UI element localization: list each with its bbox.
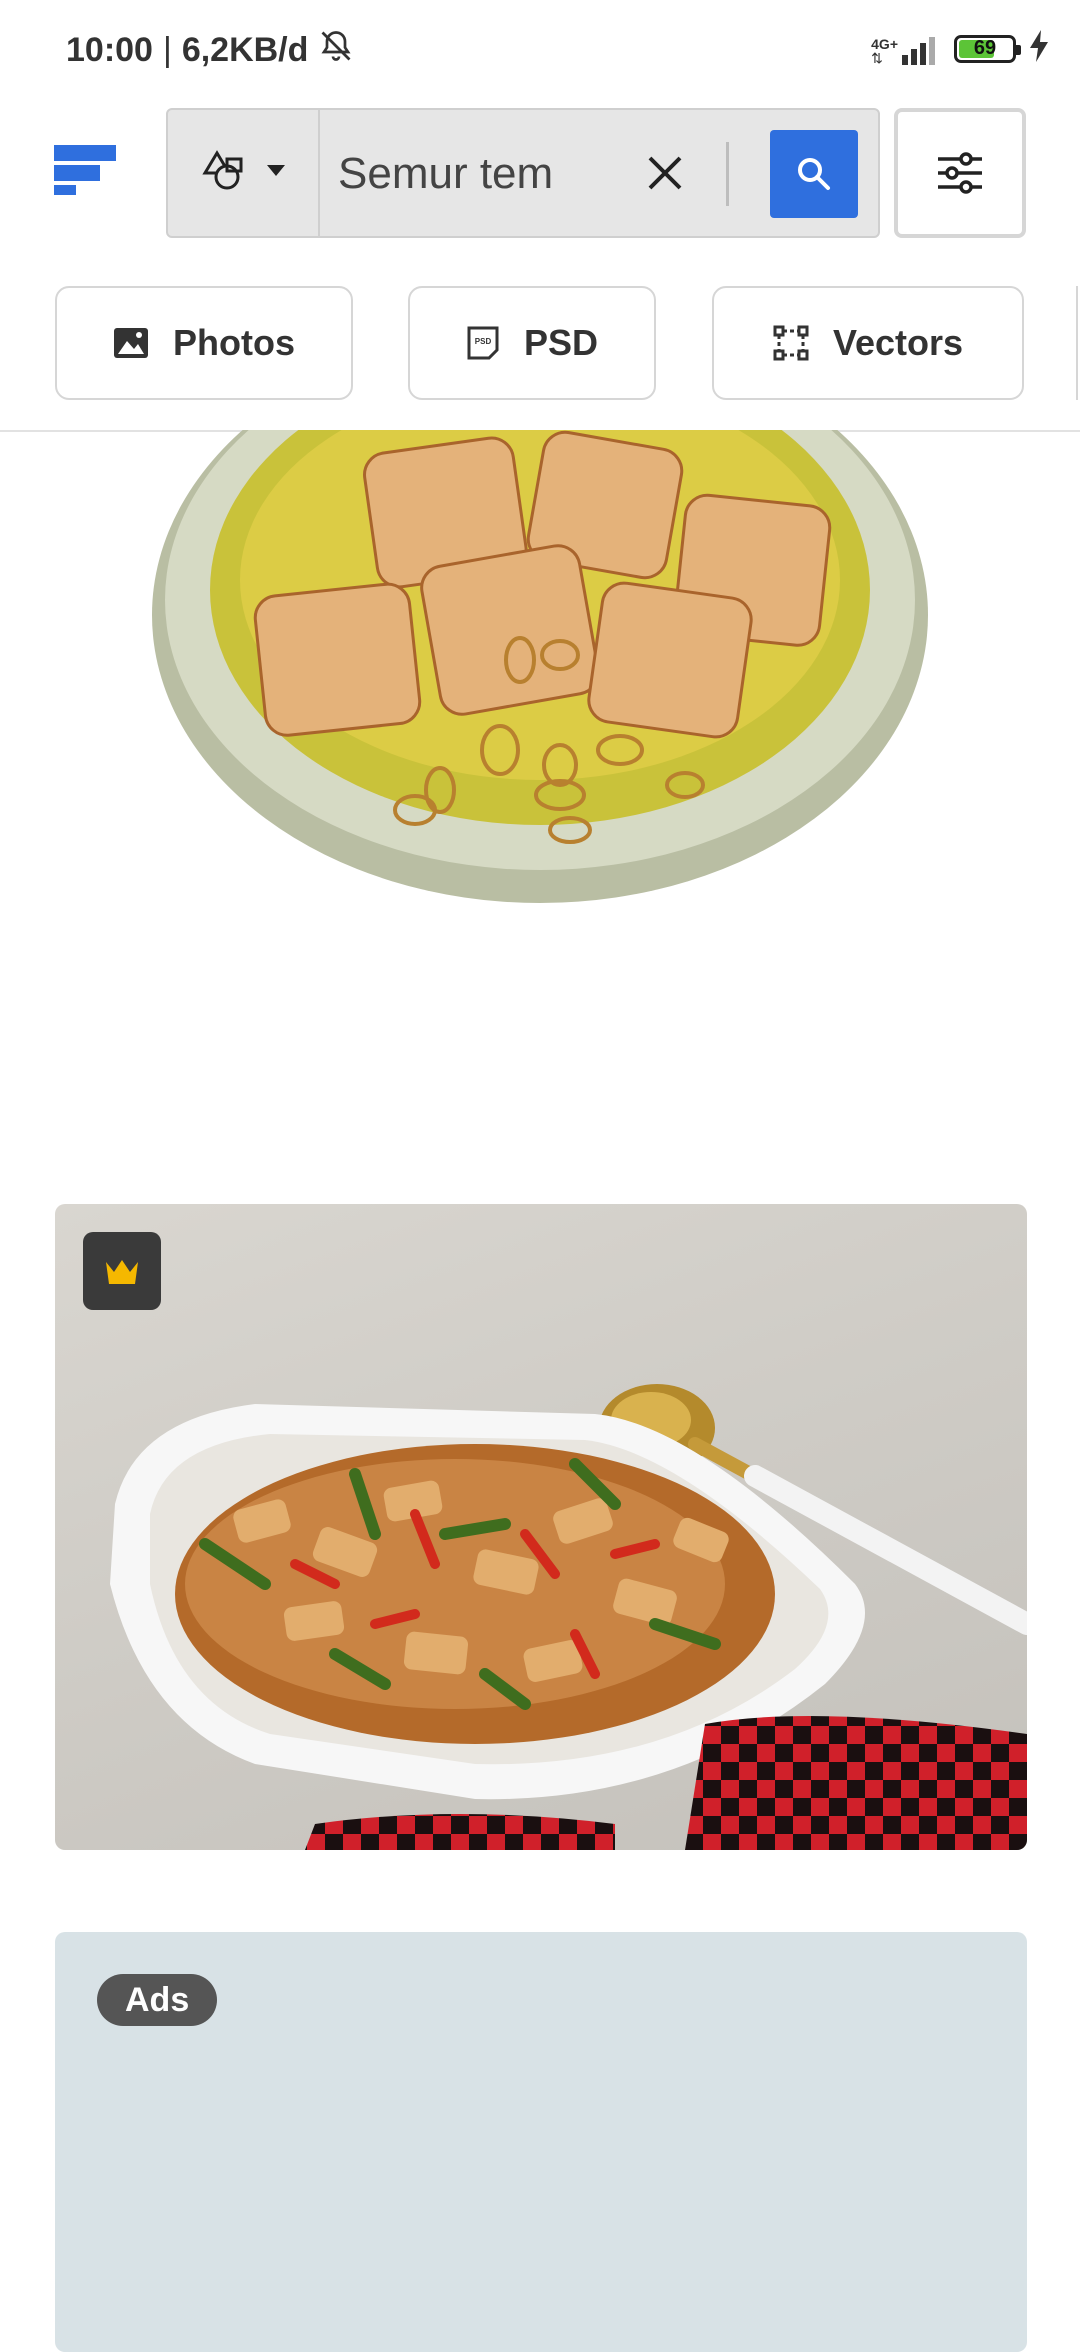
search-divider <box>726 142 729 206</box>
signal-icon: 4G+ ⇅ <box>871 33 942 65</box>
status-time: 10:00 <box>66 31 153 69</box>
freepik-logo-icon[interactable] <box>54 145 118 205</box>
chip-vectors[interactable]: Vectors <box>712 286 1024 400</box>
search-button[interactable] <box>770 130 858 218</box>
shapes-icon <box>201 149 245 198</box>
chip-label: PSD <box>523 322 599 363</box>
bell-mute-icon <box>318 28 354 73</box>
asset-type-selector[interactable] <box>168 110 320 236</box>
chip-label: Vectors <box>832 322 964 363</box>
vector-icon <box>773 325 809 361</box>
status-data-rate: 6,2KB/d <box>181 31 309 69</box>
search-input[interactable] <box>336 110 620 238</box>
chip-overflow-edge <box>1076 286 1080 400</box>
status-separator: | <box>162 31 172 69</box>
filter-button[interactable] <box>894 108 1026 238</box>
result-photo-tempe-stir-fry[interactable] <box>55 1204 1027 1850</box>
image-icon <box>114 328 148 358</box>
search-box <box>166 108 880 238</box>
ads-badge: Ads <box>97 1974 218 2026</box>
chevron-down-icon <box>267 164 285 182</box>
ad-card[interactable]: Ads <box>55 1932 1027 2352</box>
psd-file-icon: PSD <box>467 326 499 360</box>
crown-icon <box>106 1260 138 1284</box>
battery-icon: 69 <box>954 34 1021 63</box>
network-type: 4G+ <box>871 35 898 52</box>
sliders-icon <box>938 152 982 194</box>
chip-label: Photos <box>173 322 295 363</box>
close-icon <box>648 156 682 190</box>
battery-level: 69 <box>973 37 997 59</box>
status-left: 10:00 | 6,2KB/d <box>66 28 354 73</box>
result-vector-tempe-bowl[interactable] <box>140 430 940 930</box>
charging-icon <box>1028 30 1050 67</box>
status-right: 4G+ ⇅ 69 <box>871 30 1050 67</box>
chip-psd[interactable]: PSD PSD <box>408 286 656 400</box>
premium-badge <box>83 1232 161 1310</box>
clear-search-button[interactable] <box>640 148 690 198</box>
svg-text:PSD: PSD <box>475 337 492 346</box>
status-bar: 10:00 | 6,2KB/d 4G+ ⇅ 69 <box>0 0 1080 100</box>
search-icon <box>798 158 830 190</box>
chip-photos[interactable]: Photos <box>55 286 353 400</box>
